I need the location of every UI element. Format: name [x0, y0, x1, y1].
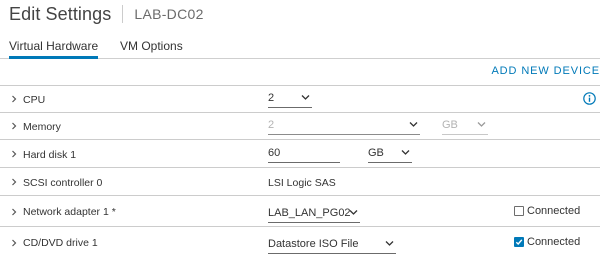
- hard-disk-label: Hard disk 1: [23, 149, 77, 161]
- chevron-down-icon: [477, 121, 486, 128]
- memory-label: Memory: [23, 121, 61, 133]
- cpu-label: CPU: [23, 94, 46, 106]
- chevron-right-icon[interactable]: [10, 150, 18, 158]
- cd-dvd-media-select[interactable]: Datastore ISO File: [268, 237, 396, 254]
- hardware-row-memory: Memory 2 GB: [0, 113, 600, 140]
- chevron-down-icon: [349, 209, 358, 216]
- add-new-device-button[interactable]: ADD NEW DEVICE: [491, 65, 600, 77]
- checkbox-checked-icon[interactable]: [514, 237, 524, 247]
- scsi-controller-type: LSI Logic SAS: [268, 177, 336, 189]
- cpu-value: 2: [268, 92, 275, 104]
- network-connected-label: Connected: [527, 205, 581, 217]
- dialog-header: Edit Settings LAB-DC02: [9, 0, 204, 28]
- network-value: LAB_LAN_PG02: [268, 207, 351, 219]
- network-select[interactable]: LAB_LAN_PG02: [268, 206, 360, 223]
- cd-dvd-drive-label: CD/DVD drive 1: [23, 237, 98, 249]
- hardware-row-scsi-controller: SCSI controller 0 LSI Logic SAS: [0, 168, 600, 196]
- cd-dvd-connected-label: Connected: [527, 236, 581, 248]
- dialog-title: Edit Settings: [9, 3, 112, 24]
- memory-input[interactable]: 2: [268, 118, 420, 135]
- cd-dvd-connected-checkbox[interactable]: Connected: [514, 236, 580, 248]
- memory-value: 2: [268, 119, 275, 131]
- network-adapter-label: Network adapter 1 *: [23, 206, 116, 218]
- memory-unit-select[interactable]: GB: [442, 118, 488, 135]
- hard-disk-unit: GB: [368, 147, 384, 159]
- checkbox-unchecked-icon[interactable]: [514, 206, 524, 216]
- chevron-down-icon: [301, 94, 310, 101]
- chevron-right-icon[interactable]: [10, 178, 18, 186]
- chevron-down-icon: [409, 121, 418, 128]
- vm-name: LAB-DC02: [134, 6, 204, 22]
- cpu-select[interactable]: 2: [268, 91, 312, 108]
- hardware-list: CPU 2 Memory 2 GB Hard disk 1 60 GB SCSI…: [0, 85, 600, 257]
- hard-disk-size-value: 60: [268, 147, 281, 159]
- chevron-right-icon[interactable]: [10, 122, 18, 130]
- cd-dvd-media-value: Datastore ISO File: [268, 238, 359, 250]
- hardware-row-hard-disk: Hard disk 1 60 GB: [0, 140, 600, 168]
- scsi-controller-label: SCSI controller 0: [23, 177, 103, 189]
- hard-disk-size-input[interactable]: 60: [268, 146, 340, 163]
- tab-bar: Virtual Hardware VM Options: [0, 38, 600, 59]
- chevron-down-icon: [401, 149, 410, 156]
- info-icon[interactable]: [583, 92, 596, 105]
- chevron-right-icon[interactable]: [10, 208, 18, 216]
- network-connected-checkbox[interactable]: Connected: [514, 205, 580, 217]
- tab-virtual-hardware[interactable]: Virtual Hardware: [9, 38, 99, 59]
- title-divider: [122, 5, 124, 23]
- memory-unit: GB: [442, 119, 458, 131]
- chevron-down-icon: [385, 240, 394, 247]
- chevron-right-icon[interactable]: [10, 239, 18, 247]
- hard-disk-unit-select[interactable]: GB: [368, 146, 412, 163]
- hardware-row-cd-dvd-drive: CD/DVD drive 1 Datastore ISO File Connec…: [0, 227, 600, 257]
- chevron-right-icon[interactable]: [10, 95, 18, 103]
- tab-vm-options[interactable]: VM Options: [120, 38, 183, 58]
- hardware-row-cpu: CPU 2: [0, 86, 600, 113]
- hardware-row-network-adapter: Network adapter 1 * LAB_LAN_PG02 Connect…: [0, 196, 600, 227]
